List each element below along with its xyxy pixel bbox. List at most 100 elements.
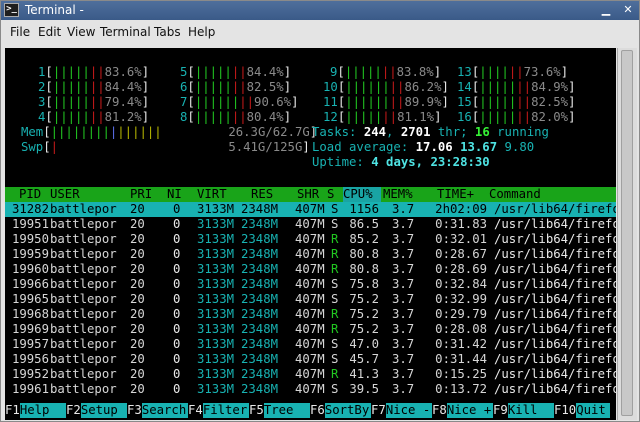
cell-shr: 407M <box>295 367 325 381</box>
cell-user: battlepor <box>50 202 117 216</box>
col-cpu[interactable]: CPU% <box>343 187 381 202</box>
fkey-f10[interactable]: F10Quit <box>554 403 611 418</box>
cpu-percent: 86.2% <box>404 80 442 94</box>
cell-pid: 19968 <box>11 307 49 321</box>
cell-virt: 3133M <box>197 232 235 246</box>
process-row[interactable]: 19951 battlepor 20 0 3133M 2348M 407M S 86.5 3.7 0… <box>5 217 616 232</box>
cell-virt: 3133M <box>197 292 235 306</box>
cell-shr: 407M <box>295 322 325 336</box>
cpu-percent: 89.9% <box>404 95 442 109</box>
cell-cmd: /usr/lib64/firefo <box>494 292 616 306</box>
cell-mem: 3.7 <box>392 382 415 396</box>
process-row[interactable]: 19969 battlepor 20 0 3133M 2348M 407M R 75.2 3.7 0… <box>5 322 616 337</box>
process-row[interactable]: 19960 battlepor 20 0 3133M 2348M 407M R 80.8 3.7 0… <box>5 262 616 277</box>
cell-pri: 20 <box>130 247 145 261</box>
fkey-label: Nice - <box>385 403 432 418</box>
col-shr[interactable]: SHR <box>297 187 319 202</box>
process-row[interactable]: 19956 battlepor 20 0 3133M 2348M 407M S 45.7 3.7 0… <box>5 352 616 367</box>
cpu-number: 11 <box>323 95 338 109</box>
scrollbar[interactable] <box>617 48 637 420</box>
cell-mem: 3.7 <box>392 352 415 366</box>
mem-used: 26.3G <box>228 125 266 139</box>
cell-time: 0:15.25 <box>435 367 487 381</box>
fkey-label: Filter <box>202 403 249 418</box>
col-res[interactable]: RES <box>251 187 273 202</box>
col-user[interactable]: USER <box>50 187 80 202</box>
fkey-f7[interactable]: F7Nice - <box>371 403 432 418</box>
cell-virt: 3133M <box>197 262 235 276</box>
fkey-code: F7 <box>371 403 386 417</box>
cell-pri: 20 <box>130 307 145 321</box>
process-row[interactable]: 19957 battlepor 20 0 3133M 2348M 407M S 47.0 3.7 0… <box>5 337 616 352</box>
cell-res: 2348M <box>241 352 279 366</box>
cell-ni: 0 <box>173 277 181 291</box>
uptime-label: Uptime: <box>312 155 364 169</box>
col-pri[interactable]: PRI <box>130 187 152 202</box>
col-ni[interactable]: NI <box>167 187 182 202</box>
cell-pri: 20 <box>130 382 145 396</box>
col-virt[interactable]: VIRT <box>197 187 227 202</box>
menu-edit[interactable]: Edit <box>38 25 61 39</box>
col-mem[interactable]: MEM% <box>383 187 413 202</box>
cell-shr: 407M <box>295 262 325 276</box>
cpu-meter-14: 14[|||||||84.9%] <box>457 80 576 94</box>
col-state[interactable]: S <box>327 187 334 202</box>
fkey-f9[interactable]: F9Kill <box>493 403 554 418</box>
fkey-f5[interactable]: F5Tree <box>249 403 310 418</box>
col-pid[interactable]: PID <box>19 187 41 202</box>
process-row[interactable]: 19959 battlepor 20 0 3133M 2348M 407M R 80.8 3.7 0… <box>5 247 616 262</box>
col-time[interactable]: TIME+ <box>437 187 474 202</box>
menu-view[interactable]: View <box>67 25 95 39</box>
process-row[interactable]: 31282 battlepor 20 0 3133M 2348M 407M S 1156 3.7 2… <box>5 202 616 217</box>
cell-time: 0:29.79 <box>435 307 487 321</box>
cell-ni: 0 <box>173 322 181 336</box>
fkey-f8[interactable]: F8Nice + <box>432 403 493 418</box>
cpu-meter-15: 15[|||||||82.5%] <box>457 95 576 109</box>
cell-res: 2348M <box>241 367 279 381</box>
cpu-meter-4: 4[|||||||81.2%] <box>38 110 150 124</box>
fkey-f1[interactable]: F1Help <box>5 403 66 418</box>
cell-shr: 407M <box>295 202 325 216</box>
process-row[interactable]: 19950 battlepor 20 0 3133M 2348M 407M R 85.2 3.7 0… <box>5 232 616 247</box>
process-row[interactable]: 19961 battlepor 20 0 3133M 2348M 407M S 39.5 3.7 0… <box>5 382 616 397</box>
cell-shr: 407M <box>295 247 325 261</box>
minimize-icon[interactable]: ▁ <box>599 2 613 17</box>
fkey-code: F9 <box>493 403 508 417</box>
fkey-f6[interactable]: F6SortBy <box>310 403 371 418</box>
process-row[interactable]: 19966 battlepor 20 0 3133M 2348M 407M S 75.8 3.7 0… <box>5 277 616 292</box>
process-row[interactable]: 19965 battlepor 20 0 3133M 2348M 407M S 75.2 3.7 0… <box>5 292 616 307</box>
cell-time: 0:31.83 <box>435 217 487 231</box>
menu-terminal[interactable]: Terminal <box>100 25 151 39</box>
menu-file[interactable]: File <box>10 25 30 39</box>
cell-virt: 3133M <box>197 382 235 396</box>
cpu-percent: 82.5% <box>531 95 569 109</box>
col-command[interactable]: Command <box>489 187 541 202</box>
cell-ni: 0 <box>173 337 181 351</box>
fkey-f3[interactable]: F3Search <box>127 403 188 418</box>
fkey-f4[interactable]: F4Filter <box>188 403 249 418</box>
load-5min: 13.67 <box>460 140 498 154</box>
fkey-f2[interactable]: F2Setup <box>66 403 127 418</box>
close-icon[interactable]: ✕ <box>621 2 635 17</box>
running-label: running <box>497 125 549 139</box>
menu-tabs[interactable]: Tabs <box>154 25 181 39</box>
cpu-meter-1: 1[|||||||83.6%] <box>38 65 150 79</box>
cell-pri: 20 <box>130 217 145 231</box>
cell-cmd: /usr/lib64/firefo <box>494 277 616 291</box>
cell-ni: 0 <box>173 232 181 246</box>
terminal-screen[interactable]: 1[|||||||83.6%] 2[|||||||84.4%] 3[|||||||7… <box>5 48 616 420</box>
cell-mem: 3.7 <box>392 322 415 336</box>
fkey-label: Quit <box>576 403 611 418</box>
cell-cmd: /usr/lib64/firefo <box>494 322 616 336</box>
threads-count: 2701 <box>400 125 431 139</box>
cpu-meter-3: 3[|||||||79.4%] <box>38 95 150 109</box>
cell-s: S <box>331 277 339 291</box>
title-bar[interactable]: >_ Terminal - ▁ ✕ <box>1 1 639 20</box>
menu-help[interactable]: Help <box>188 25 215 39</box>
process-row[interactable]: 19952 battlepor 20 0 3133M 2348M 407M R 41.3 3.7 0… <box>5 367 616 382</box>
uptime-value: 4 days, 23:28:30 <box>371 155 490 169</box>
process-row[interactable]: 19968 battlepor 20 0 3133M 2348M 407M R 75.2 3.7 0… <box>5 307 616 322</box>
cpu-percent: 84.4% <box>246 65 284 79</box>
fkey-code: F10 <box>554 403 577 417</box>
scrollbar-thumb[interactable] <box>621 50 633 416</box>
